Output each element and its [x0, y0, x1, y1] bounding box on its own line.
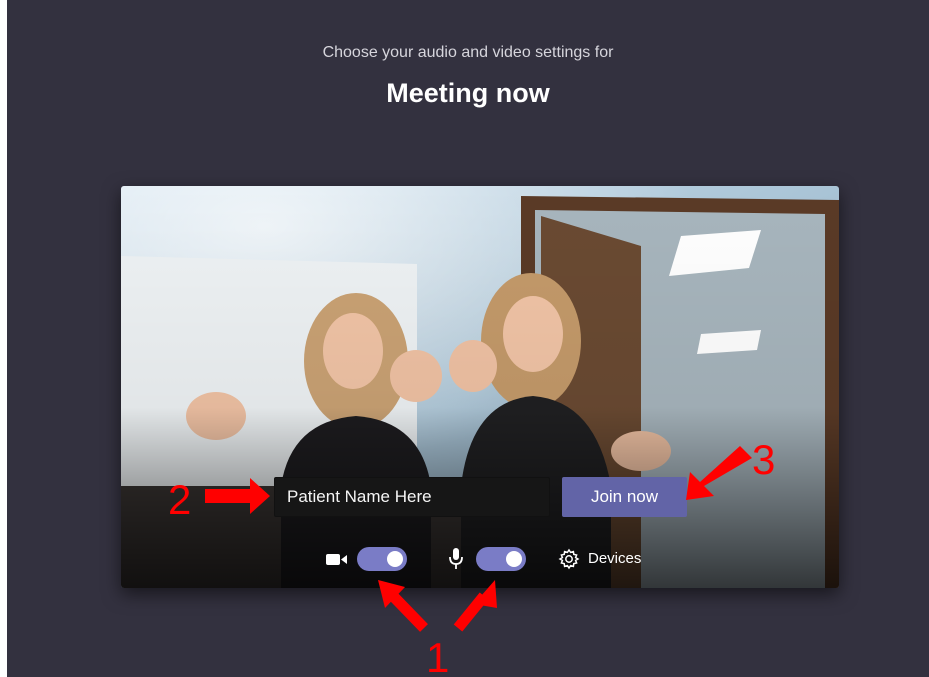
- microphone-toggle-knob: [506, 551, 522, 567]
- device-controls-bar: Devices: [121, 538, 839, 582]
- gear-icon[interactable]: [558, 548, 580, 575]
- microphone-toggle[interactable]: [476, 547, 526, 571]
- camera-toggle[interactable]: [357, 547, 407, 571]
- pre-join-screen: Choose your audio and video settings for…: [7, 0, 929, 677]
- meeting-title: Meeting now: [386, 78, 550, 108]
- settings-subtitle: Choose your audio and video settings for: [322, 44, 614, 61]
- camera-toggle-knob: [387, 551, 403, 567]
- name-input[interactable]: [274, 477, 550, 517]
- video-camera-icon: [326, 551, 348, 572]
- microphone-icon: [449, 548, 463, 575]
- camera-feed-image: [121, 186, 839, 588]
- video-preview: Join now: [121, 186, 839, 588]
- devices-button[interactable]: Devices: [588, 550, 641, 567]
- join-now-button[interactable]: Join now: [562, 477, 687, 517]
